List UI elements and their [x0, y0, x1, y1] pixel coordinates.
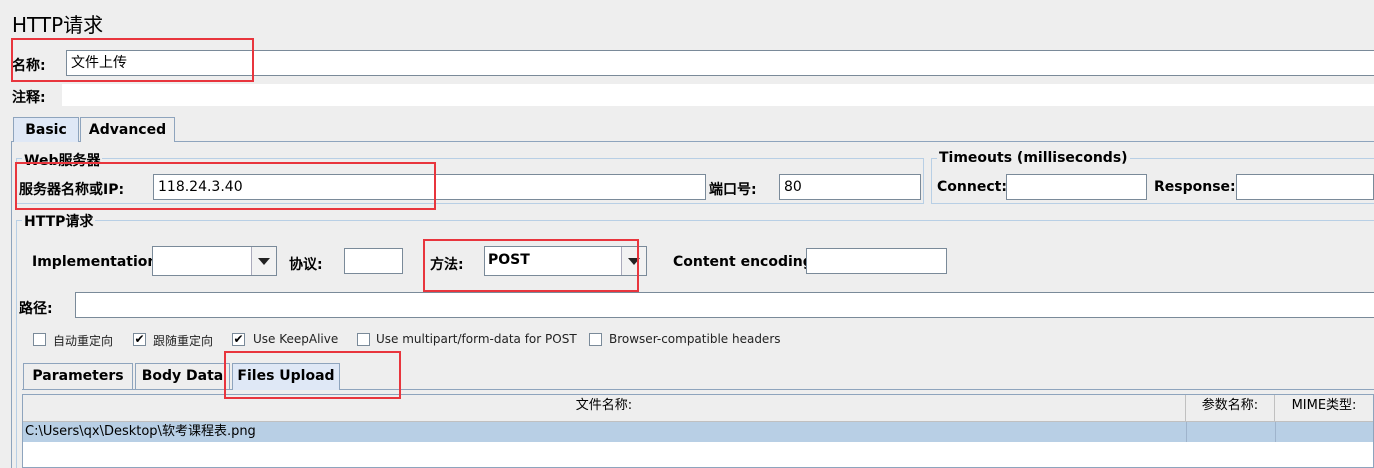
column-header-mime-type[interactable]: MIME类型: — [1275, 395, 1373, 422]
tab-body-data[interactable]: Body Data — [135, 363, 230, 389]
response-label: Response: — [1154, 179, 1236, 195]
auto-redirect-label: 自动重定向 — [53, 334, 114, 348]
follow-redirect-label: 跟随重定向 — [153, 334, 214, 348]
content-encoding-label: Content encoding: — [673, 254, 819, 270]
subtab-strip-line — [22, 389, 1374, 390]
timeouts-legend: Timeouts (milliseconds) — [937, 150, 1130, 166]
server-field[interactable]: 118.24.3.40 — [153, 174, 706, 200]
method-value: POST — [488, 252, 530, 268]
auto-redirect-checkbox[interactable] — [33, 333, 46, 346]
files-table: 文件名称: 参数名称: MIME类型: C:\Users\qx\Desktop\… — [22, 394, 1374, 468]
content-encoding-field[interactable] — [806, 248, 947, 274]
http-request-legend: HTTP请求 — [22, 211, 96, 231]
table-row[interactable]: C:\Users\qx\Desktop\软考课程表.png — [23, 422, 1373, 442]
path-label: 路径: — [19, 301, 53, 317]
page-title: HTTP请求 — [12, 13, 104, 37]
connect-field[interactable] — [1006, 174, 1147, 200]
method-select[interactable]: POST — [484, 246, 647, 276]
port-field[interactable]: 80 — [779, 174, 921, 200]
response-field[interactable] — [1236, 174, 1374, 200]
follow-redirect-checkbox[interactable]: ✔ — [133, 333, 146, 346]
name-label: 名称: — [12, 58, 46, 74]
comment-label: 注释: — [12, 90, 46, 106]
keepalive-label: Use KeepAlive — [253, 332, 339, 346]
table-cell-param-name[interactable] — [1186, 422, 1275, 442]
implementation-dropdown-button[interactable] — [251, 247, 276, 275]
connect-label: Connect: — [937, 179, 1007, 195]
browser-compatible-checkbox[interactable] — [589, 333, 602, 346]
implementation-label: Implementation: — [32, 254, 163, 270]
method-dropdown-button[interactable] — [621, 247, 646, 275]
multipart-label: Use multipart/form-data for POST — [376, 332, 577, 346]
tab-parameters[interactable]: Parameters — [23, 363, 133, 389]
chevron-down-icon — [628, 257, 640, 265]
protocol-label: 协议: — [289, 257, 323, 273]
port-label: 端口号: — [709, 182, 757, 198]
tab-files-upload[interactable]: Files Upload — [232, 363, 340, 390]
column-header-file-name[interactable]: 文件名称: — [23, 395, 1186, 422]
tab-basic[interactable]: Basic — [13, 117, 79, 142]
server-label: 服务器名称或IP: — [19, 182, 125, 198]
chevron-down-icon — [258, 257, 270, 265]
method-label: 方法: — [430, 257, 464, 273]
web-server-legend: Web服务器 — [22, 150, 103, 170]
comment-field[interactable] — [62, 84, 1374, 106]
column-header-param-name[interactable]: 参数名称: — [1186, 395, 1275, 422]
implementation-select[interactable] — [152, 246, 277, 276]
path-field[interactable] — [75, 292, 1374, 318]
keepalive-checkbox[interactable]: ✔ — [232, 333, 245, 346]
protocol-field[interactable] — [344, 248, 403, 274]
multipart-checkbox[interactable] — [357, 333, 370, 346]
name-field[interactable]: 文件上传 — [66, 50, 1374, 76]
table-cell-mime-type[interactable] — [1275, 422, 1373, 442]
tab-advanced[interactable]: Advanced — [80, 117, 175, 142]
browser-compatible-label: Browser-compatible headers — [609, 332, 781, 346]
table-cell-file-name[interactable]: C:\Users\qx\Desktop\软考课程表.png — [25, 423, 1183, 441]
